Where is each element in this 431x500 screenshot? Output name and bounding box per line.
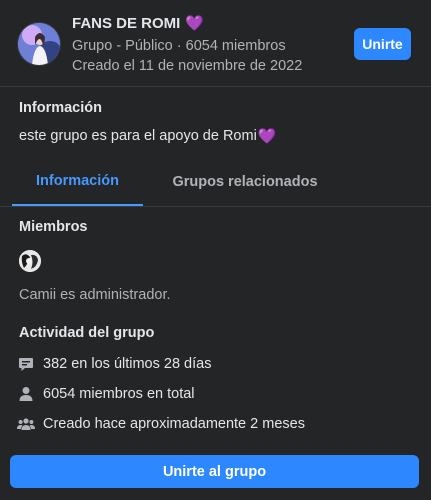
purple-heart-emoji: 💜 [257,128,277,145]
activity-created-text: Creado hace aproximadamente 2 meses [43,416,305,432]
admin-text: Camii es administrador. [19,287,171,303]
tab-informacion[interactable]: Información [12,158,143,206]
activity-row-created: Creado hace aproximadamente 2 meses [17,414,305,434]
group-description-text: este grupo es para el apoyo de Romi [19,128,257,144]
activity-row-posts: 382 en los últimos 28 días [17,354,211,374]
member-avatar-image [19,250,41,272]
group-description: este grupo es para el apoyo de Romi 💜 [19,127,419,145]
activity-row-members: 6054 miembros en total [17,384,195,404]
activity-members-text: 6054 miembros en total [43,386,195,402]
members-title: Miembros [19,219,88,235]
group-created-date: Creado el 11 de noviembre de 2022 [72,58,303,74]
join-button[interactable]: Unirte [354,28,411,60]
group-avatar[interactable] [18,23,60,65]
group-title[interactable]: FANS DE ROMI 💜 [72,14,205,33]
tab-grupos-relacionados[interactable]: Grupos relacionados [158,158,332,206]
group-name-text: FANS DE ROMI [72,14,181,32]
people-group-icon [17,415,35,433]
chat-bubble-icon [17,355,35,373]
purple-heart-emoji: 💜 [185,15,205,32]
activity-posts-text: 382 en los últimos 28 días [43,356,212,372]
tab-bar: Información Grupos relacionados [0,158,431,207]
info-section: Información este grupo es para el apoyo … [19,100,419,145]
group-avatar-image [18,23,60,65]
activity-title: Actividad del grupo [19,325,155,341]
member-avatar[interactable] [19,250,41,272]
group-meta: Grupo - Público · 6054 miembros [72,38,286,54]
group-header: FANS DE ROMI 💜 Grupo - Público · 6054 mi… [0,0,431,87]
join-group-button[interactable]: Unirte al grupo [10,455,419,488]
person-icon [17,385,35,403]
info-title: Información [19,100,102,116]
